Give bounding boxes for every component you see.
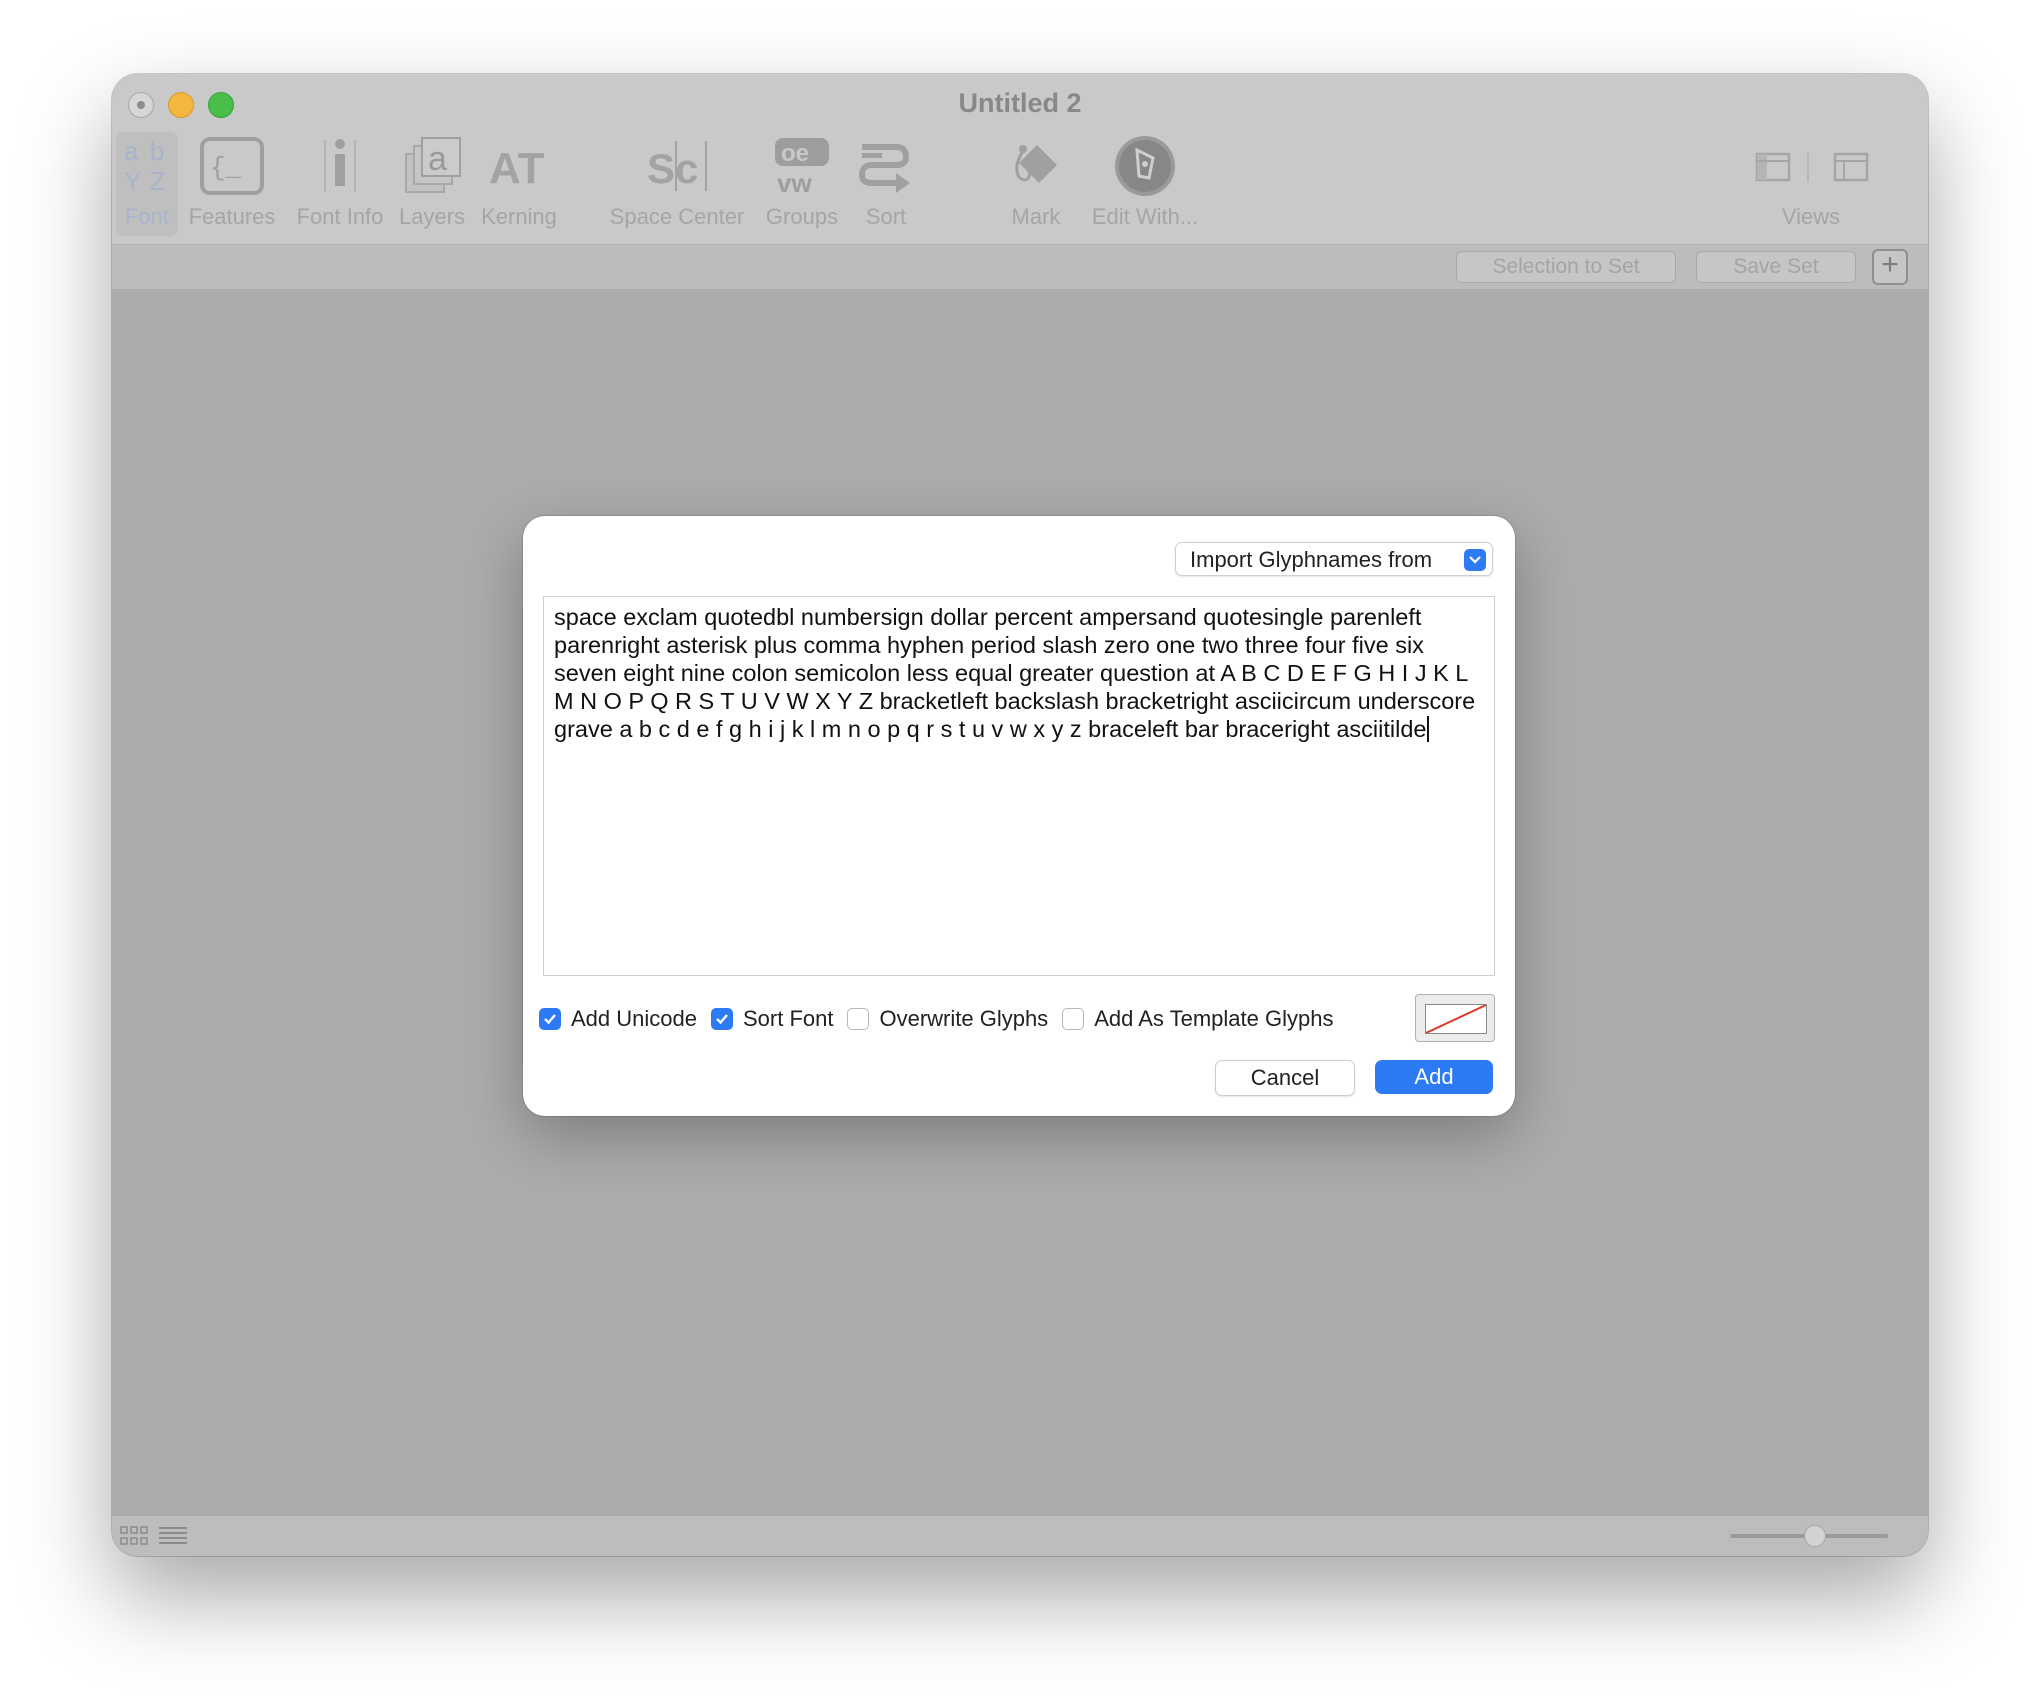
space-center-icon: Sc xyxy=(645,132,709,200)
toolbar-sort[interactable]: Sort xyxy=(852,132,920,236)
toolbar-space-center-label: Space Center xyxy=(609,204,745,229)
toolbar-edit-with[interactable]: Edit With... xyxy=(1074,132,1216,236)
selection-to-set-button[interactable]: Selection to Set xyxy=(1456,251,1676,283)
toolbar-edit-with-label: Edit With... xyxy=(1091,204,1199,229)
toolbar-font-info[interactable]: Font Info xyxy=(292,132,388,236)
toolbar-views-label: Views xyxy=(1781,204,1841,229)
toolbar-groups-label: Groups xyxy=(765,204,839,229)
titlebar: Untitled 2 a b Y Z Font {_ Features Font… xyxy=(112,74,1928,289)
toolbar-features-label: Features xyxy=(188,204,276,229)
toolbar-layers[interactable]: a Layers xyxy=(394,132,470,236)
checkmark-icon xyxy=(716,1014,728,1025)
add-glyphs-sheet: Import Glyphnames from space exclam quot… xyxy=(523,516,1515,1116)
sort-icon xyxy=(856,132,916,200)
list-view-icon[interactable] xyxy=(158,1526,188,1546)
checkmark-icon xyxy=(544,1014,556,1025)
overwrite-glyphs-label: Overwrite Glyphs xyxy=(879,1006,1049,1031)
font-info-icon xyxy=(320,132,360,200)
mark-icon xyxy=(1009,132,1063,200)
svg-text:oe: oe xyxy=(781,140,809,167)
cancel-button[interactable]: Cancel xyxy=(1215,1060,1355,1096)
toolbar-sort-label: Sort xyxy=(865,204,907,229)
glyph-names-textarea[interactable]: space exclam quotedbl numbersign dollar … xyxy=(543,596,1495,976)
sort-font-option[interactable]: Sort Font xyxy=(710,1006,834,1032)
toolbar-groups[interactable]: oe vw Groups xyxy=(760,132,844,236)
toolbar-kerning[interactable]: AT Kerning xyxy=(476,132,562,236)
window-title: Untitled 2 xyxy=(958,88,1082,118)
toolbar-space-center[interactable]: Sc Space Center xyxy=(604,132,750,236)
set-bar: Selection to Set Save Set + xyxy=(112,244,1928,289)
toolbar-font-label: Font xyxy=(124,204,170,229)
toolbar-mark-label: Mark xyxy=(1011,204,1061,229)
glyph-names-text: space exclam quotedbl numbersign dollar … xyxy=(554,604,1476,742)
status-bar xyxy=(112,1515,1928,1556)
toolbar-mark[interactable]: Mark xyxy=(996,132,1076,236)
toolbar-kerning-label: Kerning xyxy=(481,204,557,229)
groups-icon: oe vw xyxy=(773,132,831,200)
features-icon: {_ xyxy=(200,132,264,200)
save-set-button[interactable]: Save Set xyxy=(1696,251,1856,283)
grid-view-icon[interactable] xyxy=(120,1526,148,1546)
svg-text:Sc: Sc xyxy=(647,145,698,192)
zoom-slider-knob[interactable] xyxy=(1804,1525,1826,1547)
svg-text:vw: vw xyxy=(777,168,812,196)
sort-font-checkbox[interactable] xyxy=(710,1008,733,1030)
edit-with-icon xyxy=(1113,132,1177,200)
template-glyphs-option[interactable]: Add As Template Glyphs xyxy=(1062,1006,1333,1032)
overwrite-glyphs-checkbox[interactable] xyxy=(847,1008,870,1030)
import-glyphnames-popup[interactable]: Import Glyphnames from xyxy=(1175,542,1493,576)
svg-text:Z: Z xyxy=(150,166,166,196)
svg-text:AT: AT xyxy=(489,144,545,191)
no-color-swatch xyxy=(1425,1004,1487,1034)
import-glyphnames-label: Import Glyphnames from xyxy=(1190,547,1433,572)
add-unicode-checkbox[interactable] xyxy=(539,1008,561,1030)
add-unicode-option[interactable]: Add Unicode xyxy=(539,1006,697,1032)
mark-color-well[interactable] xyxy=(1415,994,1495,1042)
chevron-down-icon xyxy=(1464,549,1486,571)
text-caret xyxy=(1427,716,1430,742)
svg-text:Y: Y xyxy=(124,166,141,196)
svg-text:a: a xyxy=(124,136,139,166)
toolbar-features[interactable]: {_ Features xyxy=(180,132,284,236)
toolbar-font-info-label: Font Info xyxy=(296,204,384,229)
views-icon xyxy=(1751,132,1871,200)
svg-text:b: b xyxy=(150,136,164,166)
template-glyphs-label: Add As Template Glyphs xyxy=(1094,1006,1334,1031)
add-set-button[interactable]: + xyxy=(1872,249,1908,285)
template-glyphs-checkbox[interactable] xyxy=(1062,1008,1085,1030)
svg-text:a: a xyxy=(428,140,447,178)
layers-icon: a xyxy=(402,132,462,200)
font-window: Untitled 2 a b Y Z Font {_ Features Font… xyxy=(112,74,1928,1556)
svg-text:{_: {_ xyxy=(210,153,242,183)
toolbar-font[interactable]: a b Y Z Font xyxy=(116,132,178,236)
kerning-icon: AT xyxy=(487,132,551,200)
options-row: Add Unicode Sort Font Overwrite Glyphs A… xyxy=(539,1002,1347,1036)
add-unicode-label: Add Unicode xyxy=(571,1006,697,1031)
add-button[interactable]: Add xyxy=(1375,1060,1493,1094)
font-overview-icon: a b Y Z xyxy=(122,132,172,200)
toolbar-views[interactable]: Views xyxy=(1740,132,1882,236)
sort-font-label: Sort Font xyxy=(742,1006,834,1031)
toolbar-layers-label: Layers xyxy=(398,204,466,229)
overwrite-glyphs-option[interactable]: Overwrite Glyphs xyxy=(847,1006,1048,1032)
